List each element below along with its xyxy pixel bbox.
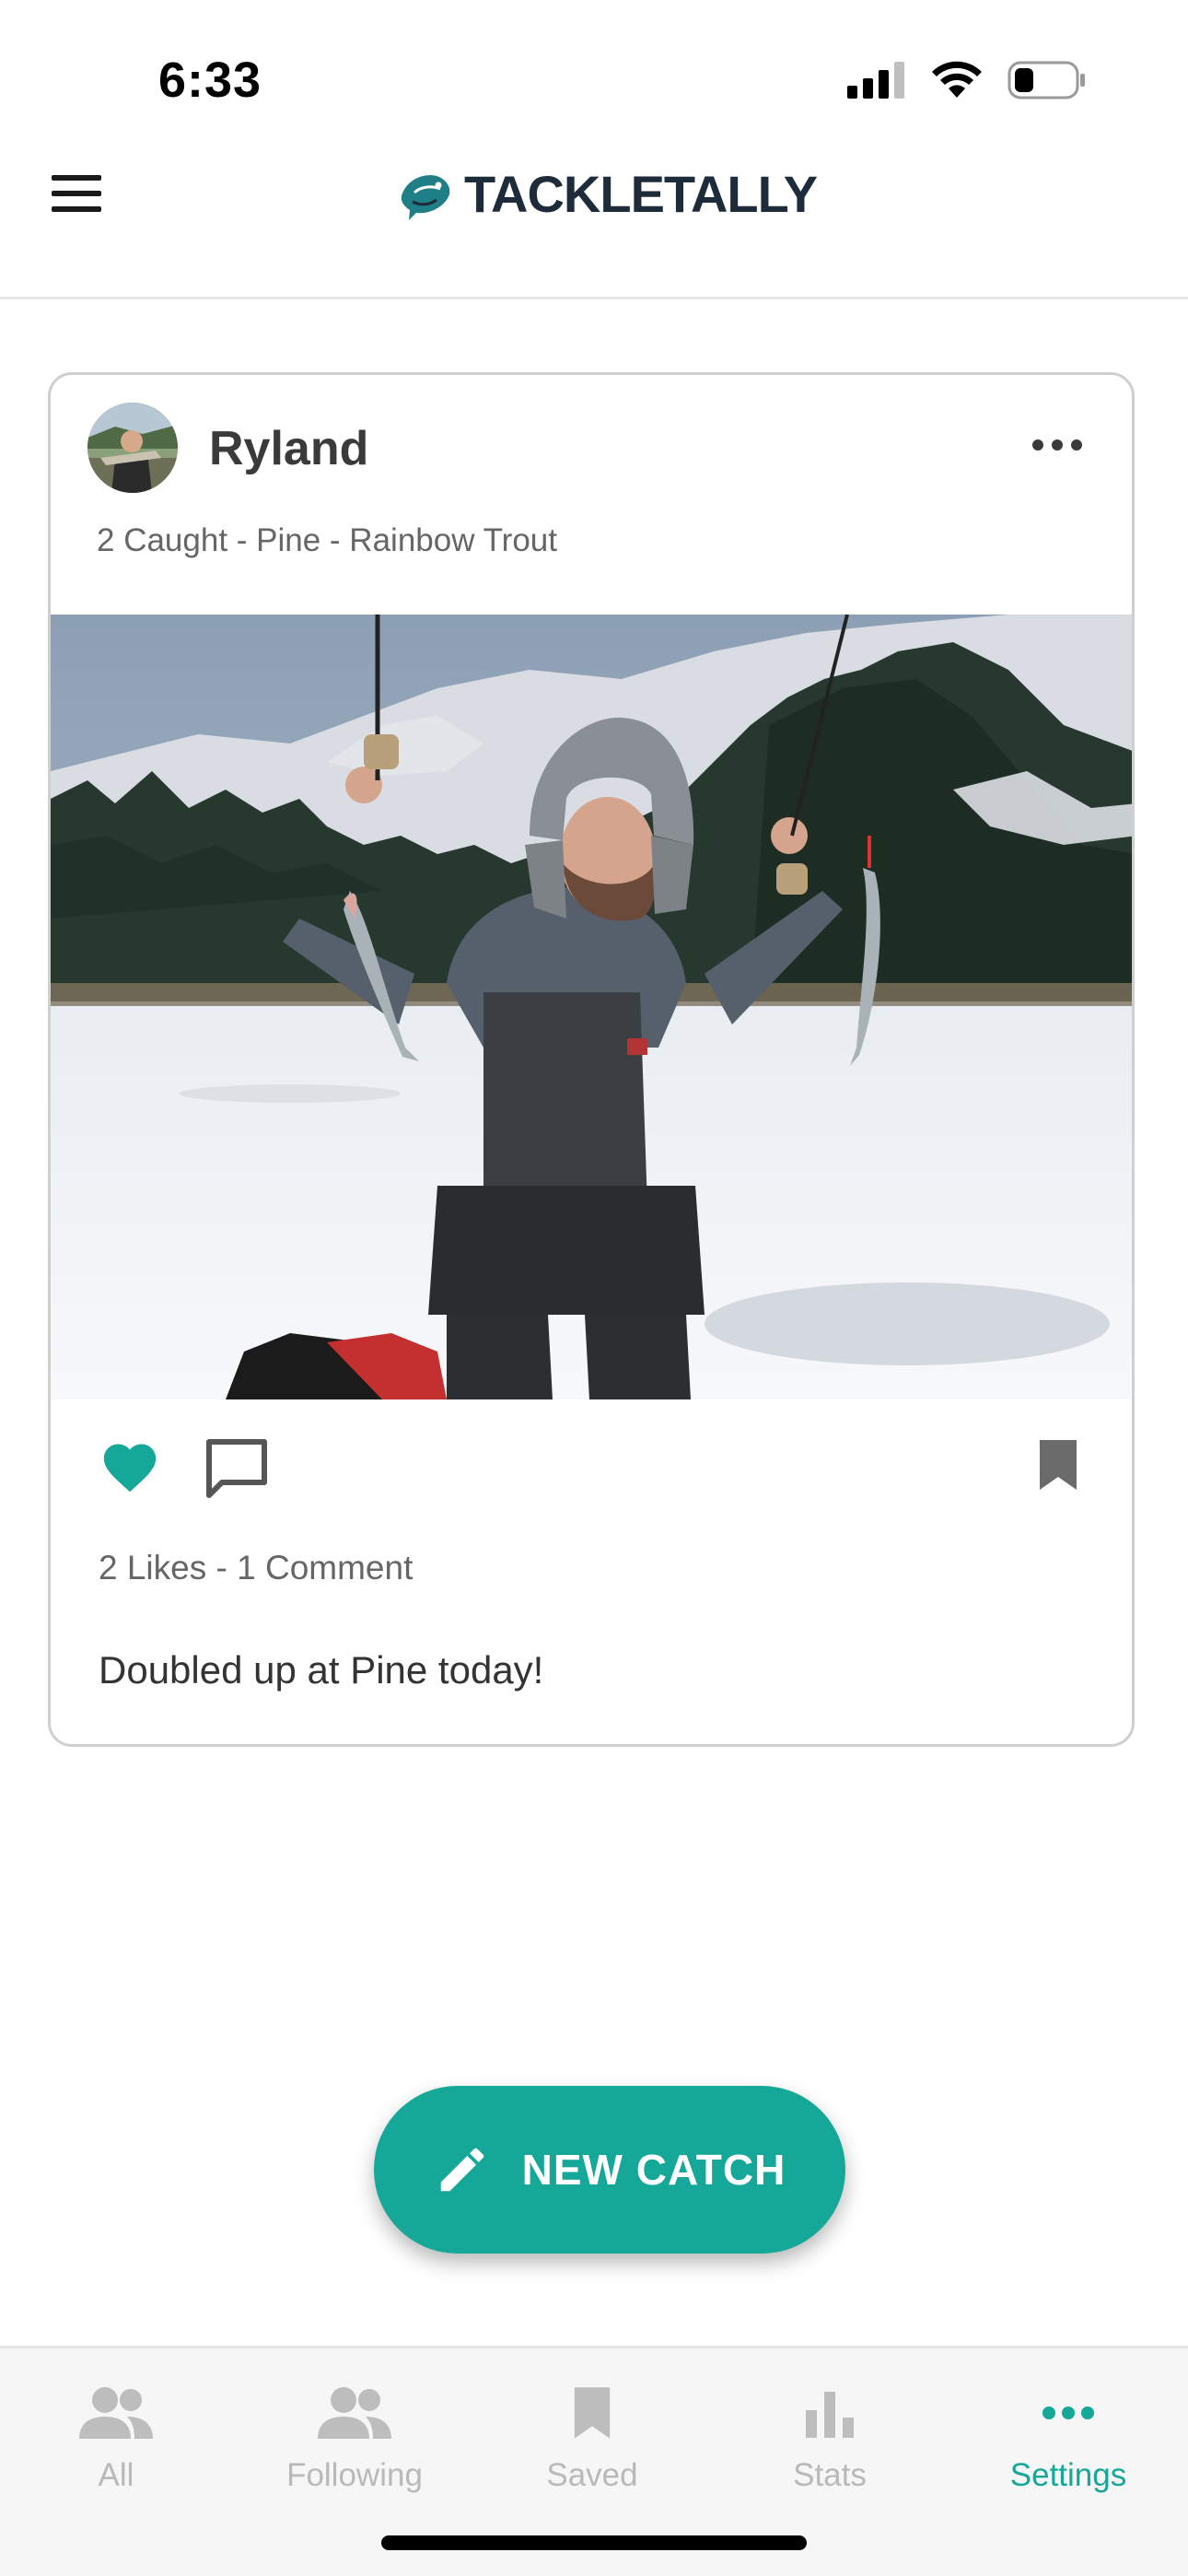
people-icon xyxy=(318,2387,391,2439)
wifi-icon xyxy=(932,61,982,98)
like-button[interactable] xyxy=(99,1436,161,1498)
battery-icon xyxy=(1007,61,1085,100)
home-indicator[interactable] xyxy=(381,2535,807,2550)
bookmark-icon xyxy=(574,2387,611,2439)
avatar[interactable] xyxy=(87,403,178,493)
more-horizontal-icon xyxy=(1042,2406,1094,2419)
header-divider xyxy=(0,297,1188,299)
cellular-signal-icon xyxy=(847,62,904,99)
more-options-icon[interactable] xyxy=(1032,439,1082,451)
app-logo: TACKLETALLY xyxy=(396,164,818,224)
heart-icon xyxy=(103,1444,157,1493)
nav-label-saved: Saved xyxy=(546,2457,638,2493)
bookmark-icon xyxy=(1040,1440,1077,1490)
nav-tab-stats[interactable]: Stats xyxy=(719,2376,940,2494)
people-icon xyxy=(79,2387,153,2439)
catch-details: 2 Caught - Pine - Rainbow Trout xyxy=(97,522,557,558)
pencil-icon xyxy=(440,2148,483,2192)
nav-label-stats: Stats xyxy=(793,2457,867,2493)
new-catch-button[interactable]: NEW CATCH xyxy=(374,2086,845,2254)
nav-label-settings: Settings xyxy=(1009,2457,1127,2493)
nav-tab-following[interactable]: Following xyxy=(244,2376,465,2494)
bookmark-button[interactable] xyxy=(1036,1436,1080,1498)
catch-photo[interactable] xyxy=(51,615,1132,1399)
logo-wordmark: TACKLETALLY xyxy=(464,165,818,223)
catch-post-card: Ryland 2 Caught - Pine - Rainbow Trout 2… xyxy=(48,372,1135,1747)
post-stats[interactable]: 2 Likes - 1 Comment xyxy=(99,1549,413,1587)
post-caption: Doubled up at Pine today! xyxy=(99,1648,544,1692)
new-catch-label: NEW CATCH xyxy=(521,2146,786,2194)
comment-icon xyxy=(206,1439,267,1498)
nav-label-following: Following xyxy=(286,2457,423,2493)
nav-tab-settings[interactable]: Settings xyxy=(958,2376,1179,2494)
post-author-name[interactable]: Ryland xyxy=(209,421,368,476)
nav-label-all: All xyxy=(98,2457,134,2493)
fish-logo-icon xyxy=(401,174,450,220)
nav-tab-all[interactable]: All xyxy=(6,2376,227,2494)
hamburger-menu-icon[interactable] xyxy=(52,175,101,212)
nav-tab-saved[interactable]: Saved xyxy=(482,2376,703,2494)
app-screen: 6:33 TACKLETALLY Ryland 2 Caught - Pine … xyxy=(0,0,1188,2576)
post-actions xyxy=(51,1399,1132,1510)
status-icons xyxy=(847,61,1087,100)
status-time: 6:33 xyxy=(158,53,262,108)
comment-button[interactable] xyxy=(205,1438,268,1504)
bar-chart-icon xyxy=(806,2392,854,2438)
